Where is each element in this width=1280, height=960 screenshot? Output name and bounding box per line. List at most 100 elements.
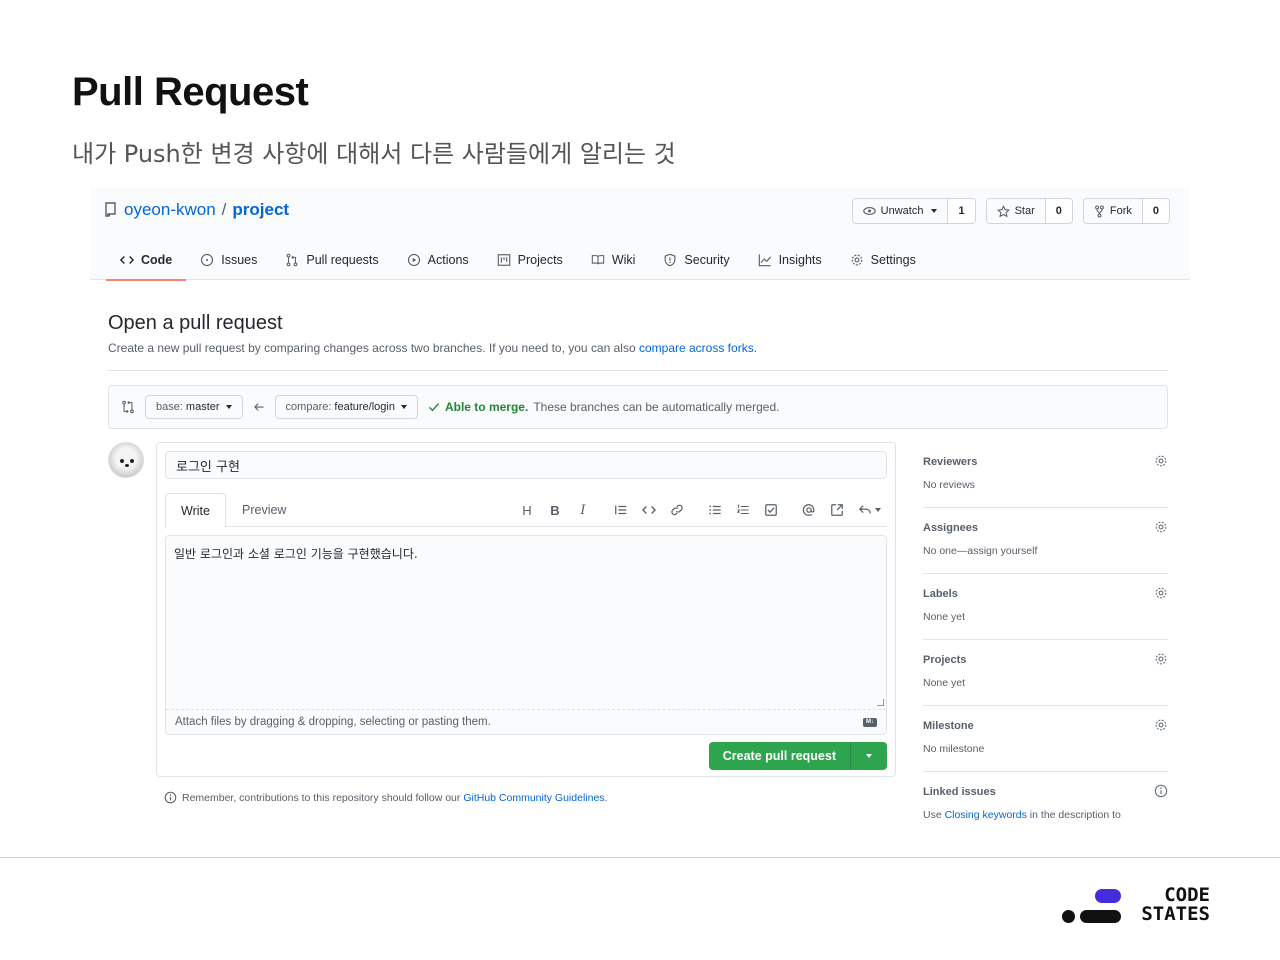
gear-icon[interactable]: [1154, 718, 1168, 732]
bold-button[interactable]: B: [541, 499, 569, 521]
chevron-down-icon: [866, 754, 872, 758]
linked-issues-prefix: Use: [923, 809, 945, 821]
code-button[interactable]: [635, 499, 663, 521]
fork-icon: [1094, 204, 1104, 218]
info-icon[interactable]: [1154, 784, 1168, 798]
italic-button[interactable]: I: [569, 499, 597, 521]
create-pull-request-button[interactable]: Create pull request: [708, 742, 851, 770]
book-icon: [591, 255, 605, 265]
repo-icon: [105, 202, 116, 217]
link-button[interactable]: [663, 499, 691, 521]
tab-preview[interactable]: Preview: [227, 493, 301, 527]
sidebar-item-milestone: Milestone No milestone: [923, 706, 1168, 772]
tab-label: Code: [141, 253, 173, 267]
base-label: base:: [156, 401, 183, 413]
fork-button[interactable]: Fork: [1083, 199, 1143, 223]
tab-actions[interactable]: Actions: [393, 240, 483, 280]
tab-insights[interactable]: Insights: [744, 240, 836, 280]
tab-code[interactable]: Code: [106, 240, 187, 281]
tab-pull-requests[interactable]: Pull requests: [271, 240, 392, 280]
heading-button[interactable]: H: [513, 499, 541, 521]
merge-status: Able to merge. These branches can be aut…: [428, 400, 779, 414]
logo-mark: [1095, 889, 1121, 903]
quote-button[interactable]: [607, 499, 635, 521]
tab-security[interactable]: Security: [649, 240, 743, 280]
gear-icon[interactable]: [1154, 454, 1168, 468]
pr-body-text: 일반 로그인과 소셜 로그인 기능을 구현했습니다.: [174, 547, 418, 561]
mention-button[interactable]: [795, 499, 823, 521]
avatar[interactable]: [108, 442, 144, 478]
reply-button[interactable]: [851, 499, 887, 521]
repo-header: oyeon-kwon / project Unwatch 1 Star 0 Fo…: [90, 188, 1190, 281]
community-guidelines-link[interactable]: GitHub Community Guidelines: [463, 792, 604, 804]
logo-wordmark: CODE STATES: [1130, 886, 1210, 924]
checkbox-icon: [765, 504, 777, 516]
star-button-group: Star 0: [985, 198, 1073, 224]
pr-body-textarea[interactable]: 일반 로그인과 소셜 로그인 기능을 구현했습니다. Attach files …: [165, 535, 887, 735]
task-list-button[interactable]: [757, 499, 785, 521]
create-options-dropdown[interactable]: [851, 742, 887, 770]
pr-title-input[interactable]: 로그인 구현: [165, 451, 887, 479]
repo-nav-tabs: Code Issues Pull requests Actions Projec…: [106, 240, 930, 281]
gear-icon[interactable]: [1154, 652, 1168, 666]
tab-projects[interactable]: Projects: [483, 240, 577, 280]
resize-handle[interactable]: [877, 699, 884, 706]
tab-label: Settings: [870, 253, 916, 267]
compare-across-forks-link[interactable]: compare across forks.: [639, 341, 757, 355]
compare-branch-select[interactable]: compare: feature/login: [274, 395, 418, 419]
watchers-count[interactable]: 1: [948, 199, 975, 223]
stargazers-count[interactable]: 0: [1045, 199, 1072, 223]
tab-wiki[interactable]: Wiki: [577, 240, 650, 280]
sidebar-item-linked-issues: Linked issues Use Closing keywords in th…: [923, 772, 1168, 833]
editor-tabs: Write Preview H B I: [165, 493, 887, 528]
chevron-down-icon: [874, 508, 881, 512]
repo-separator: /: [221, 200, 227, 219]
sidebar-label: Assignees: [923, 522, 979, 534]
unwatch-label: Unwatch: [880, 205, 924, 217]
forks-count[interactable]: 0: [1142, 199, 1169, 223]
merge-status-title: Able to merge.: [444, 400, 529, 414]
logo-mark: [1062, 910, 1075, 923]
repo-actions: Unwatch 1 Star 0 Fork 0: [851, 198, 1170, 224]
base-branch-select[interactable]: base: master: [145, 395, 243, 419]
chevron-down-icon: [400, 405, 407, 409]
codestates-logo: CODE STATES: [1060, 886, 1210, 926]
cross-reference-button[interactable]: [823, 499, 851, 521]
gear-icon[interactable]: [1154, 586, 1168, 600]
code-icon: [120, 256, 134, 264]
unwatch-button[interactable]: Unwatch: [852, 199, 949, 223]
closing-keywords-link[interactable]: Closing keywords: [945, 809, 1027, 821]
eye-icon: [862, 207, 876, 215]
sidebar-item-reviewers: Reviewers No reviews: [923, 442, 1168, 508]
star-icon: [996, 204, 1010, 217]
star-button[interactable]: Star: [986, 199, 1046, 223]
code-icon: [642, 506, 656, 514]
avatar-eye: [120, 459, 124, 463]
footer-divider: [0, 857, 1280, 858]
logo-mark: [1080, 910, 1121, 923]
base-value: master: [185, 401, 220, 413]
sidebar-value: None yet: [923, 611, 966, 623]
attach-files-bar[interactable]: Attach files by dragging & dropping, sel…: [166, 709, 886, 734]
markdown-icon[interactable]: M↓: [863, 717, 877, 727]
guidelines-end: .: [604, 791, 608, 804]
sidebar-item-assignees: Assignees No one—assign yourself: [923, 508, 1168, 574]
sidebar-value[interactable]: No one—assign yourself: [923, 545, 1037, 557]
pr-sidebar: Reviewers No reviews Assignees No one—as…: [923, 442, 1168, 833]
pull-request-form: 로그인 구현 Write Preview H B I 일반 로그인과 소셜 로그…: [156, 442, 896, 777]
repo-name-link[interactable]: project: [232, 200, 289, 220]
ordered-list-button[interactable]: [729, 499, 757, 521]
tab-write[interactable]: Write: [165, 493, 226, 528]
chevron-down-icon: [225, 405, 232, 409]
unordered-list-button[interactable]: [701, 499, 729, 521]
compare-value: feature/login: [334, 401, 395, 413]
sidebar-value: No reviews: [923, 479, 975, 491]
logo-line: STATES: [1141, 903, 1210, 925]
tab-settings[interactable]: Settings: [836, 240, 930, 280]
tab-issues[interactable]: Issues: [186, 240, 271, 280]
attach-files-hint: Attach files by dragging & dropping, sel…: [175, 716, 491, 728]
branch-compare-bar: base: master compare: feature/login Able…: [108, 385, 1168, 429]
markdown-toolbar: H B I: [513, 499, 887, 521]
gear-icon[interactable]: [1154, 520, 1168, 534]
repo-owner-link[interactable]: oyeon-kwon: [124, 200, 216, 220]
